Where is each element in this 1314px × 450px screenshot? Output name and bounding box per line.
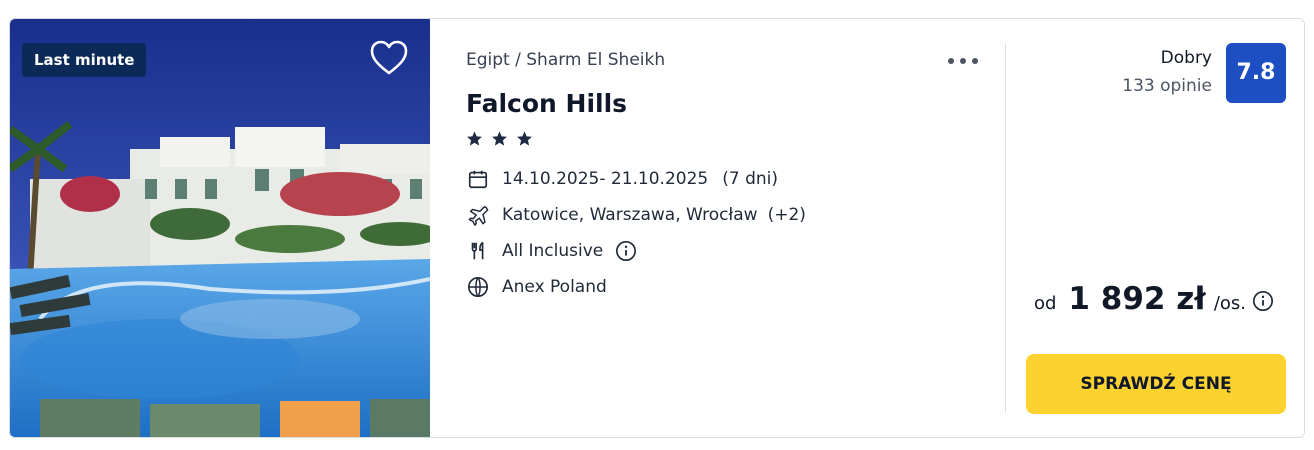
hotel-photo-image: [10, 19, 430, 437]
rating-score-badge: 7.8: [1226, 43, 1286, 103]
globe-icon: [466, 275, 490, 299]
location-breadcrumb[interactable]: Egipt / Sharm El Sheikh: [466, 50, 665, 70]
departures-more[interactable]: (+2): [768, 205, 806, 225]
info-icon[interactable]: [615, 240, 637, 262]
cutlery-icon: [466, 239, 490, 263]
hotel-photo[interactable]: Last minute: [10, 19, 430, 437]
board-row: All Inclusive: [466, 238, 637, 264]
star-icon: [517, 131, 533, 146]
rating-label: Dobry: [1160, 48, 1212, 68]
reviews-count[interactable]: 133 opinie: [1122, 76, 1212, 96]
price-amount: 1 892 zł: [1068, 281, 1206, 317]
more-dot: [960, 58, 966, 64]
dates-row: 14.10.2025- 21.10.2025 (7 dni): [466, 166, 778, 192]
heart-icon: [370, 40, 408, 75]
star-icon: [467, 131, 482, 146]
price-prefix: od: [1033, 293, 1057, 314]
star-icon: [492, 131, 508, 146]
more-dot: [972, 58, 978, 64]
plane-icon: [466, 203, 490, 227]
dates-text: 14.10.2025- 21.10.2025: [502, 169, 709, 189]
more-dots-icon: [948, 58, 954, 64]
info-icon[interactable]: [1252, 290, 1274, 316]
offer-card[interactable]: Last minute Egipt / Sharm El Sheikh Falc…: [9, 18, 1305, 438]
column-divider: [1005, 43, 1006, 413]
operator-row: Anex Poland: [466, 274, 607, 300]
duration-text: (7 dni): [722, 169, 778, 189]
operator-text: Anex Poland: [502, 277, 607, 297]
hotel-name[interactable]: Falcon Hills: [466, 89, 627, 118]
offer-info: Egipt / Sharm El Sheikh Falcon Hills 14.…: [466, 19, 996, 437]
hotel-stars: [466, 130, 536, 150]
board-text: All Inclusive: [502, 241, 604, 261]
more-options-button[interactable]: [948, 53, 978, 67]
calendar-icon: [466, 167, 490, 191]
price-unit: /os.: [1213, 293, 1246, 314]
favorite-button[interactable]: [369, 39, 409, 77]
last-minute-badge: Last minute: [22, 43, 147, 77]
departures-text: Katowice, Warszawa, Wrocław: [502, 205, 758, 225]
departures-row: Katowice, Warszawa, Wrocław (+2): [466, 202, 806, 228]
check-price-button[interactable]: SPRAWDŹ CENĘ: [1026, 354, 1286, 414]
price-block: od 1 892 zł /os.: [1034, 281, 1274, 317]
